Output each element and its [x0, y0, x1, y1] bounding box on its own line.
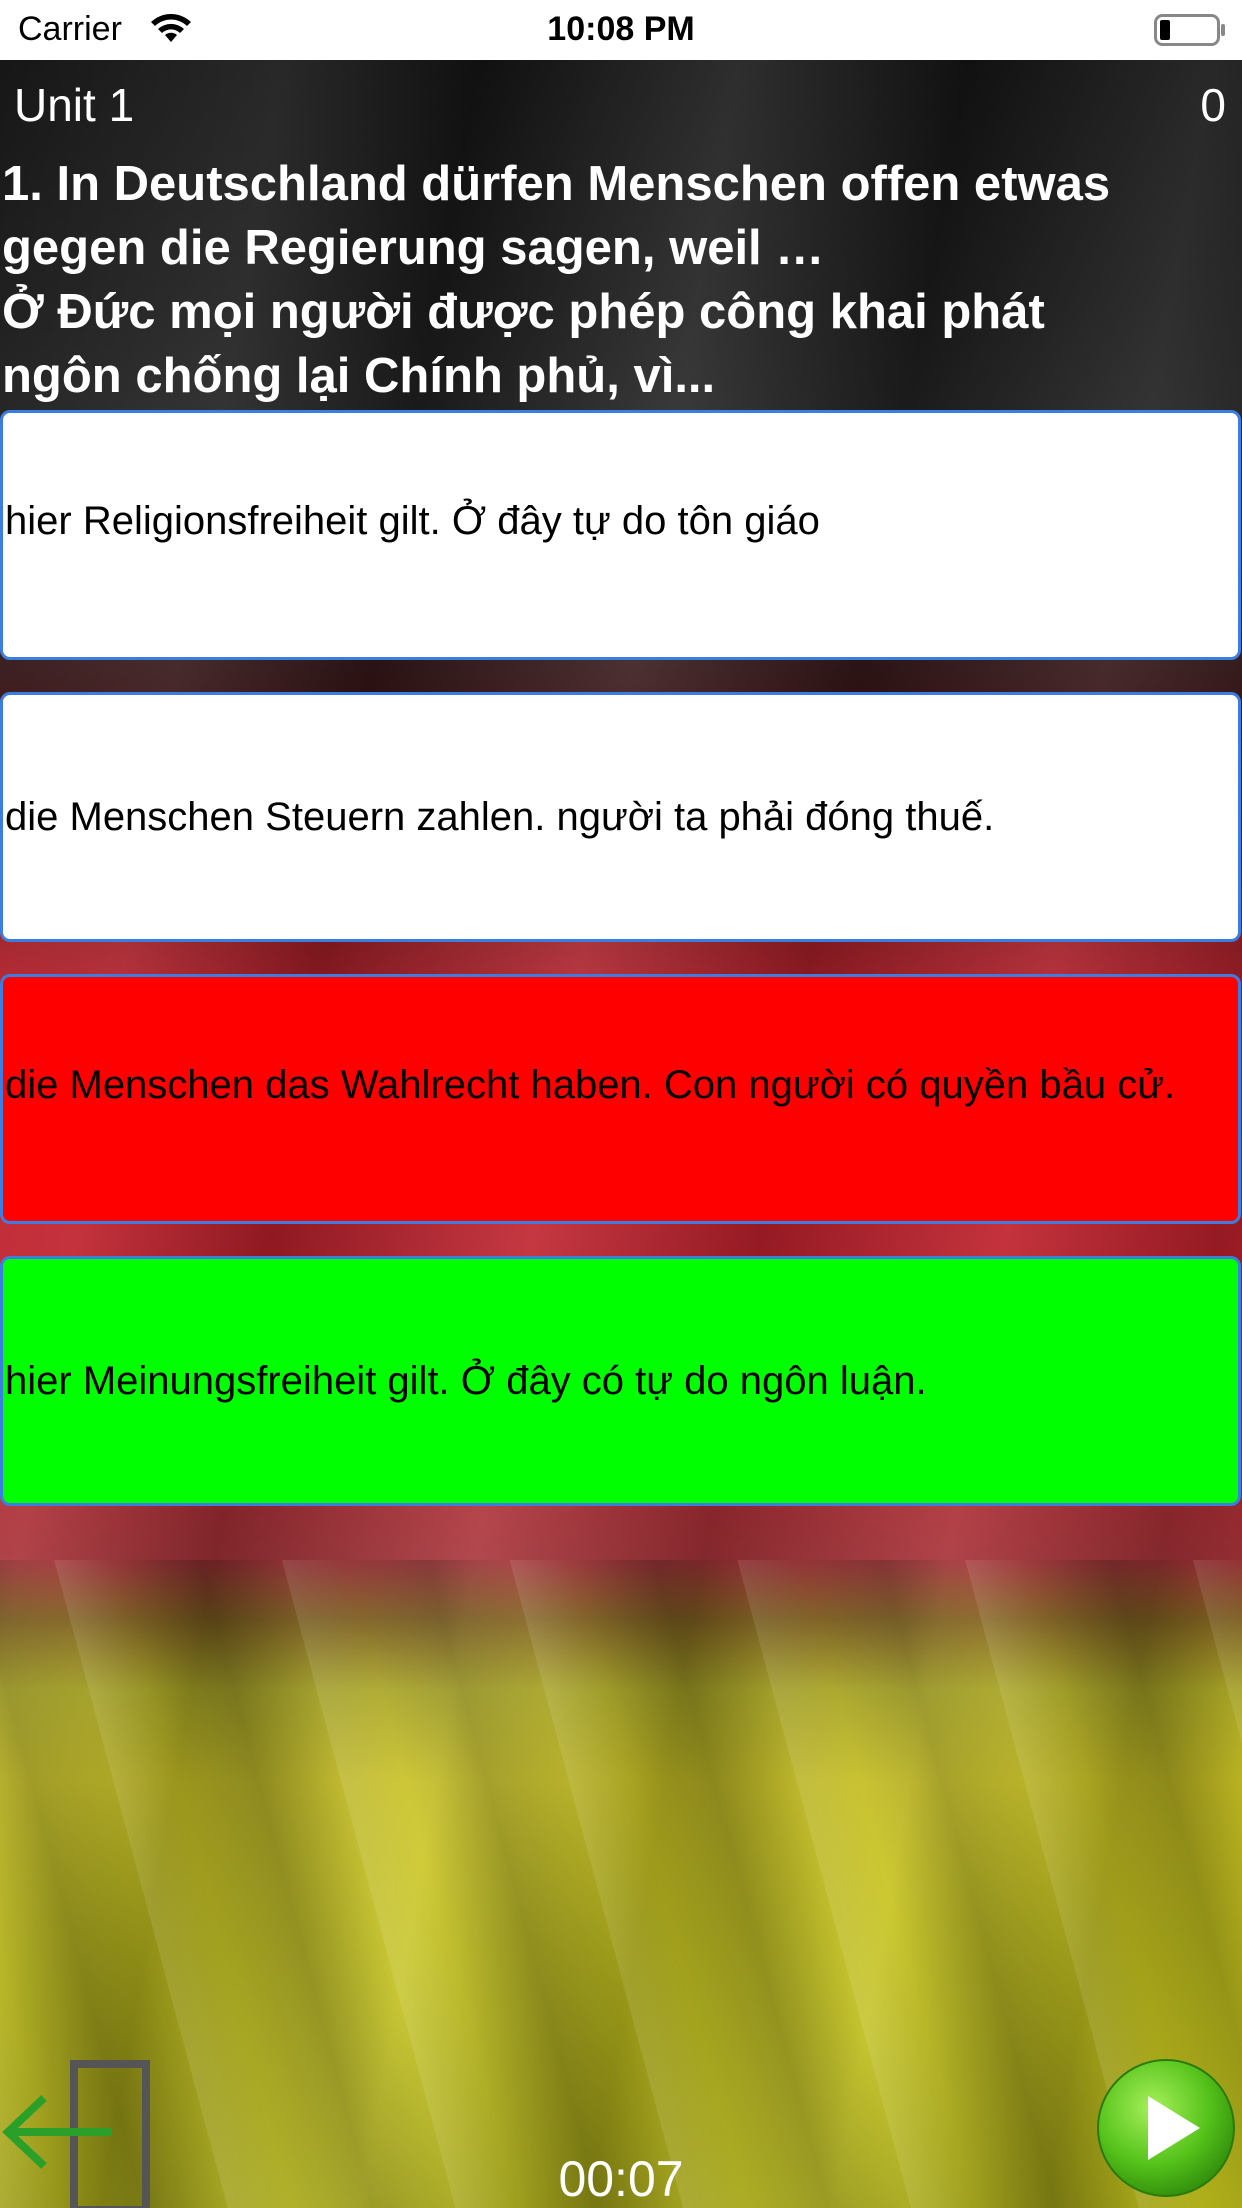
unit-title: Unit 1: [14, 79, 135, 131]
score-counter: 0: [1200, 79, 1226, 131]
status-time: 10:08 PM: [547, 10, 695, 48]
question-text: 1. In Deutschland dürfen Menschen offen …: [2, 152, 1240, 408]
answer-option-4-correct[interactable]: hier Meinungsfreiheit gilt. Ở đây có tự …: [0, 1256, 1241, 1506]
answer-option-3-label: die Menschen das Wahlrecht haben. Con ng…: [5, 1063, 1176, 1107]
question-line-3: Ở Đức mọi người được phép công khai phát: [2, 285, 1045, 339]
question-line-1: 1. In Deutschland dürfen Menschen offen …: [2, 157, 1111, 211]
status-bar: Carrier 10:08 PM: [0, 0, 1242, 60]
play-button[interactable]: [1096, 2058, 1236, 2198]
answer-option-1[interactable]: hier Religionsfreiheit gilt. Ở đây tự do…: [0, 410, 1241, 660]
question-line-4: ngôn chống lại Chính phủ, vì...: [2, 349, 716, 403]
answer-option-3-wrong[interactable]: die Menschen das Wahlrecht haben. Con ng…: [0, 974, 1241, 1224]
answer-option-4-label: hier Meinungsfreiheit gilt. Ở đây có tự …: [5, 1359, 927, 1403]
answer-option-2[interactable]: die Menschen Steuern zahlen. người ta ph…: [0, 692, 1241, 942]
answer-option-1-label: hier Religionsfreiheit gilt. Ở đây tự do…: [5, 499, 820, 543]
answer-option-2-label: die Menschen Steuern zahlen. người ta ph…: [5, 795, 995, 839]
timer: 00:07: [558, 2151, 684, 2207]
question-line-2: gegen die Regierung sagen, weil …: [2, 221, 825, 275]
quiz-screen: Carrier 10:08 PM Unit 1 0 1. In Deutschl…: [0, 0, 1242, 2208]
battery-icon: [1154, 14, 1225, 46]
